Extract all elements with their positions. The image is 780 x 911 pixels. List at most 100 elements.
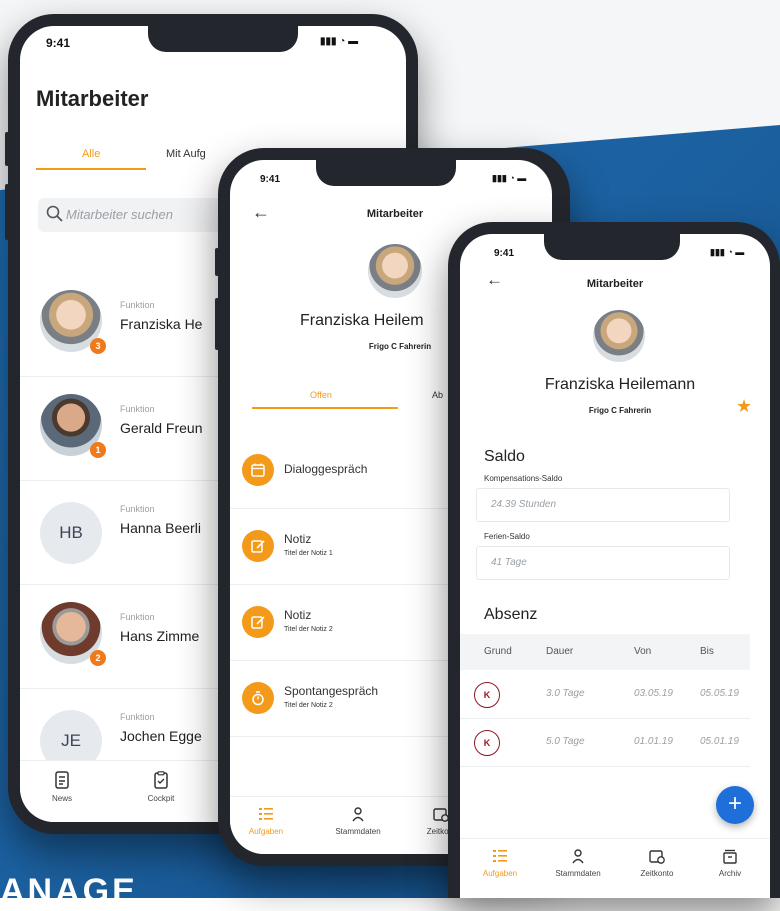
search-icon — [46, 205, 64, 226]
nav-cockpit[interactable]: Cockpit — [136, 771, 186, 803]
saldo-heading: Saldo — [484, 448, 525, 465]
nav-aufgaben[interactable]: Aufgaben — [244, 805, 288, 836]
nav-stammdaten[interactable]: Stammdaten — [330, 805, 386, 836]
task-title: Notiz — [284, 532, 312, 546]
task-subtitle: Titel der Notiz 2 — [284, 702, 333, 709]
status-time: 9:41 — [494, 248, 515, 259]
employee-name: Franziska He — [120, 316, 203, 332]
avatar-initials: HB — [40, 502, 102, 564]
page-title: Mitarbeiter — [366, 208, 424, 220]
comp-label: Kompensations-Saldo — [484, 474, 563, 483]
phone-notch — [544, 234, 680, 260]
add-button[interactable]: + — [716, 786, 754, 824]
vac-value: 41 Tage — [491, 557, 527, 568]
back-arrow-icon[interactable]: ← — [252, 202, 270, 223]
nav-news[interactable]: News — [42, 771, 82, 803]
duration: 5.0 Tage — [546, 736, 585, 747]
vac-field[interactable]: 41 Tage — [476, 546, 730, 580]
reason-badge: K — [474, 730, 500, 756]
person-icon — [330, 805, 386, 827]
bottom-nav: Aufgaben Stammdaten Zeitkonto Archiv — [460, 838, 770, 898]
back-arrow-icon[interactable]: ← — [486, 270, 503, 290]
nav-label: Archiv — [718, 869, 742, 878]
absenz-heading: Absenz — [484, 606, 538, 623]
status-time: 9:41 — [46, 36, 71, 50]
status-icons: ▮▮▮ ◔ ▬ — [492, 173, 527, 183]
task-subtitle: Titel der Notiz 2 — [284, 626, 333, 633]
tab-offen[interactable]: Offen — [310, 390, 332, 400]
clipboard-icon — [136, 771, 186, 794]
phone-screen: 9:41 ▮▮▮ ◔ ▬ ← Mitarbeiter Franziska Hei… — [460, 234, 770, 898]
edit-icon — [242, 606, 274, 638]
employee-function: Funktion — [120, 404, 155, 414]
avatar — [593, 310, 645, 362]
absence-table-header: Grund Dauer Von Bis — [460, 634, 750, 670]
archive-icon — [710, 847, 750, 869]
phone-employee-detail: 9:41 ▮▮▮ ◔ ▬ ← Mitarbeiter Franziska Hei… — [448, 222, 780, 898]
absence-row[interactable]: K 5.0 Tage 01.01.19 05.01.19 — [460, 718, 750, 767]
task-count-badge: 3 — [90, 338, 106, 354]
list-icon — [478, 847, 522, 869]
phone-notch — [316, 160, 456, 186]
task-count-badge: 1 — [90, 442, 106, 458]
phone-notch — [148, 26, 298, 52]
employee-name: Hans Zimme — [120, 628, 200, 644]
tab-abgeschlossen[interactable]: Ab — [432, 390, 443, 400]
phone-side-button — [5, 184, 9, 240]
employee-function: Funktion — [120, 300, 155, 310]
status-icons: ▮▮▮ ◔ ▬ — [320, 36, 359, 47]
employee-function: Funktion — [120, 504, 155, 514]
task-count-badge: 2 — [90, 650, 106, 666]
tab-active-indicator — [36, 168, 146, 170]
page-title: Mitarbeiter — [586, 278, 644, 290]
task-title: Spontangespräch — [284, 684, 379, 698]
task-subtitle: Titel der Notiz 1 — [284, 550, 333, 557]
phone-side-button — [5, 132, 9, 166]
duration: 3.0 Tage — [546, 688, 585, 699]
nav-stammdaten[interactable]: Stammdaten — [550, 847, 606, 878]
employee-name: Gerald Freun — [120, 420, 203, 436]
tab-mit-aufgaben[interactable]: Mit Aufg — [166, 148, 206, 160]
status-icons: ▮▮▮ ◔ ▬ — [710, 247, 745, 257]
nav-archiv[interactable]: Archiv — [710, 847, 750, 878]
date-from: 01.01.19 — [634, 736, 673, 747]
list-icon — [244, 805, 288, 827]
task-title: Notiz — [284, 608, 312, 622]
column-header: Von — [634, 646, 652, 657]
tab-alle[interactable]: Alle — [82, 148, 100, 160]
column-header: Bis — [700, 646, 714, 657]
status-time: 9:41 — [260, 174, 281, 185]
nav-label: Stammdaten — [555, 869, 601, 878]
absence-row[interactable]: K 3.0 Tage 03.05.19 05.05.19 — [460, 670, 750, 719]
search-placeholder: Mitarbeiter suchen — [66, 207, 173, 222]
avatar — [368, 244, 422, 298]
date-to: 05.01.19 — [700, 736, 739, 747]
vac-label: Ferien-Saldo — [484, 532, 530, 541]
phone-side-button — [215, 298, 219, 350]
comp-value: 24.39 Stunden — [491, 499, 557, 510]
reason-badge: K — [474, 682, 500, 708]
nav-label: Aufgaben — [248, 827, 284, 836]
favorite-star-icon[interactable]: ★ — [736, 396, 752, 417]
date-to: 05.05.19 — [700, 688, 739, 699]
stopwatch-icon — [242, 682, 274, 714]
employee-function: Funktion — [120, 612, 155, 622]
task-title: Dialoggespräch — [284, 462, 368, 476]
comp-field[interactable]: 24.39 Stunden — [476, 488, 730, 522]
column-header: Dauer — [546, 646, 574, 657]
nav-aufgaben[interactable]: Aufgaben — [478, 847, 522, 878]
column-header: Grund — [484, 646, 512, 657]
employee-role: Frigo C Fahrerin — [588, 406, 652, 415]
news-icon — [42, 771, 82, 794]
tab-active-indicator — [252, 407, 398, 409]
employee-name: Hanna Beerli — [120, 520, 201, 536]
person-icon — [550, 847, 606, 869]
nav-label: Stammdaten — [335, 827, 381, 836]
nav-label: Cockpit — [147, 794, 175, 803]
employee-name: Franziska Heilemann — [544, 376, 696, 393]
employee-name: Jochen Egge — [120, 728, 202, 744]
employee-function: Funktion — [120, 712, 155, 722]
edit-icon — [242, 530, 274, 562]
nav-zeitkonto[interactable]: Zeitkonto — [634, 847, 680, 878]
nav-label: Zeitkonto — [640, 869, 674, 878]
